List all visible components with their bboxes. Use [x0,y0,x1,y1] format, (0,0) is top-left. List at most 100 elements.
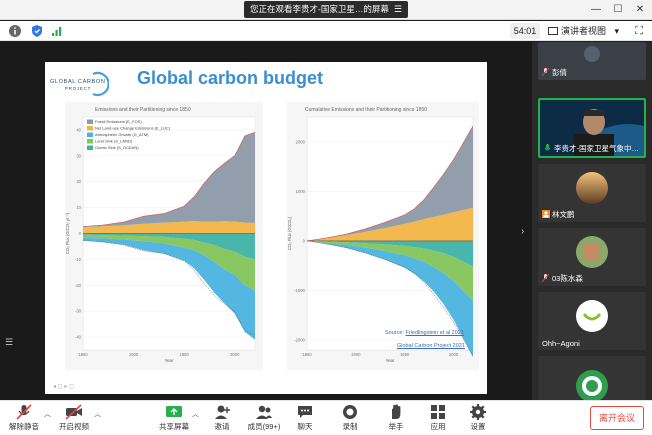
left-chart-title: Emissions and their Partitioning since 1… [95,107,191,113]
apps-icon [429,404,447,420]
chevron-down-icon: ▾ [614,26,620,36]
slide-title: Global carbon budget [137,68,324,88]
y-tick-label: -10 [75,257,82,262]
mic-muted-icon [15,404,33,420]
meeting-control-bar: 解除静音 ︿ 开启视频 ︿ 共享屏幕 ︿ 邀请 成员(99+) 聊天 录制 举手… [0,400,652,435]
members-icon [255,404,273,420]
x-tick-label: 1850 [302,352,312,357]
chevron-up-icon[interactable]: ︿ [94,409,101,419]
y-axis-label: CO₂ Flux (GtCO₂) [287,216,292,250]
sharing-banner[interactable]: 您正在观看李贵才-国家卫星…的屏幕 ☰ [244,1,408,18]
participant-tile[interactable]: 03陈水森 [538,228,646,286]
gear-icon [469,404,487,420]
minimize-button[interactable]: — [588,2,604,18]
x-tick-label: 1900 [129,352,139,357]
participant-tile-active-speaker[interactable]: 李贵才-国家卫星气象中… [538,98,646,158]
hamburger-icon[interactable]: ☰ [5,337,15,347]
participant-name: 03陈水森 [541,273,583,284]
info-icon[interactable] [8,24,22,38]
presentation-slide: GLOBAL CARBON PROJECT Global carbon budg… [45,62,487,394]
banner-menu-icon[interactable]: ☰ [394,1,402,18]
raise-hand-button[interactable]: 举手 [374,404,418,432]
global-carbon-project-logo: GLOBAL CARBON PROJECT [49,70,110,98]
unmute-button[interactable]: 解除静音 [2,404,46,432]
x-tick-label: 2000 [230,352,240,357]
slide-footer-icons: ◂ ◻ ▸ ◻ [53,384,74,390]
legend-entry: Fossil Emissions (E_FOS) [95,119,142,124]
legend-entry: Atmospheric Growth (G_ATM) [95,132,149,137]
raise-hand-label: 举手 [388,422,404,431]
chat-label: 聊天 [297,422,313,431]
participant-tile[interactable]: Ohh~Agoni [538,292,646,350]
members-label: 成员(99+) [247,422,281,431]
chat-button[interactable]: 聊天 [283,404,327,432]
mic-muted-icon [541,273,550,283]
chevron-up-icon[interactable]: ︿ [192,409,199,419]
x-tick-label: 1950 [180,352,190,357]
y-tick-label: -40 [75,335,82,340]
chat-icon [296,404,314,420]
participant-tile[interactable]: 林文鹏 [538,164,646,222]
sharing-banner-text: 您正在观看李贵才-国家卫星…的屏幕 [250,4,389,14]
legend-swatch [87,132,93,137]
chevron-up-icon[interactable]: ︿ [44,409,51,419]
invite-button[interactable]: 邀请 [200,404,244,432]
start-video-button[interactable]: 开启视频 [52,404,96,432]
y-tick-label: 0 [79,231,82,236]
speaker-view-label: 演讲者视图 [561,26,607,36]
user-icon [542,210,550,218]
mic-muted-icon [541,67,550,77]
members-button[interactable]: 成员(99+) [242,404,286,432]
leave-meeting-button[interactable]: 离开会议 [590,406,644,430]
close-button[interactable]: ✕ [632,2,648,18]
y-tick-label: -20 [75,283,82,288]
y-tick-label: 30 [76,153,81,158]
y-tick-label: 0 [303,238,306,243]
participant-name: 李贵才-国家卫星气象中… [544,143,639,154]
emissions-chart-panel: Emissions and their Partitioning since 1… [65,102,263,370]
share-screen-button[interactable]: 共享屏幕 [152,404,196,432]
y-tick-label: 20 [76,179,81,184]
right-chart-title: Cumulative Emissions and their Partition… [305,107,428,113]
invite-label: 邀请 [214,422,230,431]
source-citation: Source: Friedlingstein et al 2021 [385,330,464,336]
chevron-right-icon[interactable]: › [521,226,524,237]
source-link[interactable]: Friedlingstein et al 2021 [406,330,464,336]
gcp-2021-link[interactable]: Global Carbon Project 2021 [397,343,465,349]
emissions-chart: -40 -30 -20 -10 0 10 20 30 40 1850 1900 1950 2000 Yea… [65,116,256,363]
participant-tile[interactable]: 彭倩 [538,42,646,80]
fullscreen-icon[interactable]: ⛶ [632,24,646,38]
x-tick-label: 1950 [400,352,410,357]
legend-swatch [87,119,93,124]
record-button[interactable]: 录制 [328,404,372,432]
y-tick-label: 10 [76,205,81,210]
apps-label: 应用 [430,422,446,431]
participant-name: 彭倩 [541,67,567,78]
source-label: Source: [385,330,404,336]
record-label: 录制 [342,422,358,431]
video-off-icon [65,404,83,420]
unmute-label: 解除静音 [9,422,39,431]
participant-tile[interactable] [538,356,646,400]
maximize-button[interactable]: ☐ [610,2,626,18]
apps-button[interactable]: 应用 [416,404,460,432]
shared-screen: GLOBAL CARBON PROJECT Global carbon budg… [0,42,532,400]
y-tick-label: -1000 [294,288,305,293]
settings-button[interactable]: 设置 [456,404,500,432]
signal-strength-icon[interactable] [50,24,64,38]
title-bar: 您正在观看李贵才-国家卫星…的屏幕 ☰ — ☐ ✕ [0,0,652,20]
speaker-view-dropdown[interactable]: 演讲者视图 ▾ [548,23,628,39]
x-axis-label: Year [385,358,395,363]
x-axis-label: Year [164,358,174,363]
y-axis-label: CO₂ Flux (GtCO₂ yr⁻¹) [65,212,70,254]
participant-name: 林文鹏 [542,209,575,220]
y-tick-label: -30 [75,309,82,314]
legend-swatch [87,139,93,144]
logo-line2: PROJECT [65,86,91,91]
share-screen-label: 共享屏幕 [159,422,189,431]
y-tick-label: 2000 [296,139,306,144]
security-shield-icon[interactable] [30,24,44,38]
logo-line1: GLOBAL CARBON [50,79,105,85]
legend-entry: Net Land-use Change Emissions (E_LUC) [95,126,171,131]
y-tick-label: 40 [76,127,81,132]
